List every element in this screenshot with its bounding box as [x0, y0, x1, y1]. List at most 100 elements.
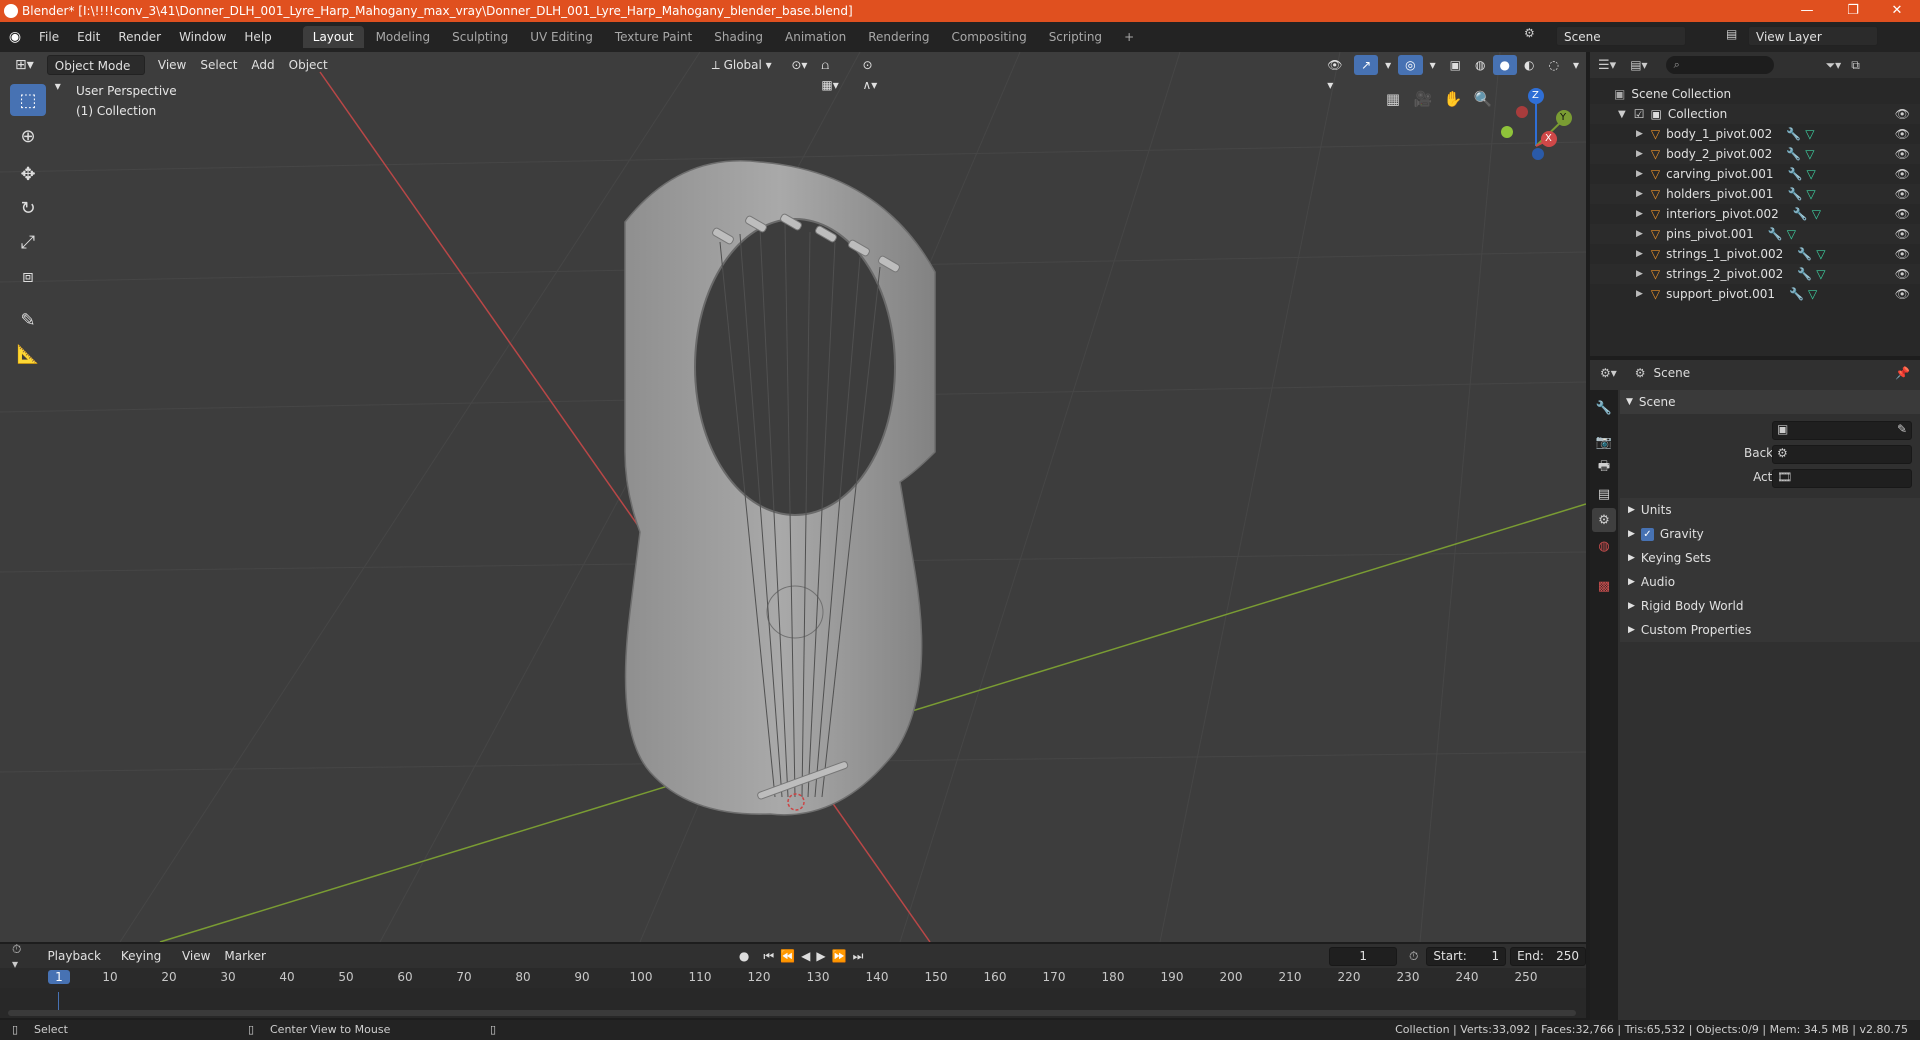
expand-icon[interactable]: ▶	[1636, 129, 1643, 139]
close-button[interactable]: ✕	[1874, 0, 1920, 22]
filter-icon[interactable]: ⏷▾	[1826, 58, 1842, 73]
gizmo-menu-icon[interactable]: ▾	[1378, 55, 1398, 75]
expand-icon[interactable]: ▶	[1636, 269, 1643, 279]
eye-icon[interactable]: 👁	[1895, 147, 1910, 161]
timeline-ruler[interactable]: 1 10 20 30 40 50 60 70 80 90 100 110 120 130 140 150 160…	[0, 968, 1586, 988]
outliner-editor-type-icon[interactable]: ☰▾	[1598, 58, 1616, 73]
collapse-icon[interactable]: ▼	[1618, 109, 1626, 120]
snap-icon[interactable]: ⩍ ▦▾	[814, 55, 855, 92]
gravity-section[interactable]: ▶ ✓ Gravity	[1620, 522, 1920, 546]
output-tab-icon[interactable]: 🖶	[1592, 456, 1616, 480]
modifier-icon[interactable]: 🔧	[1768, 227, 1783, 241]
scene-tab-icon[interactable]: ⚙	[1592, 508, 1616, 532]
modifier-icon[interactable]: 🔧	[1797, 247, 1812, 261]
material-shading-icon[interactable]: ◐	[1517, 55, 1541, 75]
eye-icon[interactable]: 👁	[1895, 127, 1910, 141]
editor-type-icon[interactable]: ⊞▾	[8, 55, 41, 75]
current-frame-marker[interactable]: 1	[48, 970, 70, 984]
record-icon[interactable]: ●	[739, 949, 749, 963]
eye-icon[interactable]: 👁	[1895, 167, 1910, 181]
tab-modeling[interactable]: Modeling	[366, 26, 441, 48]
timeline-editor-type-icon[interactable]: ⏱▾	[12, 942, 26, 971]
rigid-body-world-section[interactable]: ▶ Rigid Body World	[1620, 594, 1920, 618]
collection-checkbox-icon[interactable]: ☑	[1634, 107, 1645, 121]
mesh-data-icon[interactable]: ▽	[1805, 127, 1814, 141]
modifier-icon[interactable]: 🔧	[1789, 287, 1804, 301]
tab-shading[interactable]: Shading	[704, 26, 773, 48]
blender-menu-icon[interactable]: ◉	[0, 29, 30, 45]
tab-layout[interactable]: Layout	[302, 26, 364, 48]
modifier-icon[interactable]: 🔧	[1787, 187, 1802, 201]
tab-scripting[interactable]: Scripting	[1039, 26, 1112, 48]
overlays-menu-icon[interactable]: ▾	[1423, 55, 1443, 75]
outliner-object-row[interactable]: ▶ ▽ pins_pivot.001 🔧 ▽ 👁	[1590, 224, 1920, 244]
mesh-data-icon[interactable]: ▽	[1787, 227, 1796, 241]
outliner-object-row[interactable]: ▶ ▽ support_pivot.001 🔧 ▽ 👁	[1590, 284, 1920, 304]
viewport-menu-object[interactable]: Object	[282, 55, 335, 75]
new-collection-icon[interactable]: ⧉	[1851, 58, 1860, 73]
viewport-menu-select[interactable]: Select	[193, 55, 244, 75]
modifier-icon[interactable]: 🔧	[1786, 147, 1801, 161]
active-movie-clip-field[interactable]: 🎞	[1772, 469, 1912, 488]
outliner-row-collection[interactable]: ▼ ☑ ▣ Collection 👁	[1590, 104, 1920, 124]
viewport-menu-view[interactable]: View	[151, 55, 193, 75]
expand-icon[interactable]: ▶	[1636, 229, 1643, 239]
pin-icon[interactable]: 📌	[1895, 366, 1910, 380]
viewport-menu-add[interactable]: Add	[244, 55, 281, 75]
mesh-data-icon[interactable]: ▽	[1816, 247, 1825, 261]
mesh-data-icon[interactable]: ▽	[1816, 267, 1825, 281]
view-layer-selector[interactable]: View Layer	[1748, 26, 1878, 46]
scale-tool-icon[interactable]: ⤢	[10, 226, 46, 258]
menu-help[interactable]: Help	[235, 22, 280, 52]
minimize-button[interactable]: —	[1784, 0, 1830, 22]
display-mode-icon[interactable]: ▤▾	[1630, 58, 1647, 72]
select-box-tool-icon[interactable]: ⬚	[10, 84, 46, 116]
menu-file[interactable]: File	[30, 22, 68, 52]
menu-window[interactable]: Window	[170, 22, 235, 52]
timeline-menu-marker[interactable]: Marker	[217, 946, 272, 966]
maximize-button[interactable]: ❐	[1830, 0, 1876, 22]
expand-icon[interactable]: ▶	[1636, 189, 1643, 199]
expand-icon[interactable]: ▶	[1636, 149, 1643, 159]
jump-end-icon[interactable]: ⏭	[853, 949, 864, 964]
tab-animation[interactable]: Animation	[775, 26, 856, 48]
gizmo-toggle-icon[interactable]: ↗	[1354, 55, 1379, 75]
cursor-tool-icon[interactable]: ⊕	[10, 120, 46, 152]
expand-icon[interactable]: ▶	[1636, 209, 1643, 219]
3d-viewport[interactable]: Z Y X ⊞▾ Object Mode ▾ View Select Add O…	[0, 52, 1586, 942]
timeline-menu-view[interactable]: View	[175, 946, 217, 966]
mesh-data-icon[interactable]: ▽	[1806, 167, 1815, 181]
eye-icon[interactable]: 👁	[1895, 227, 1910, 241]
background-scene-field[interactable]: ⚙	[1772, 445, 1912, 464]
rotate-tool-icon[interactable]: ↻	[10, 192, 46, 224]
end-frame-field[interactable]: End: 250	[1510, 946, 1586, 966]
mesh-data-icon[interactable]: ▽	[1806, 187, 1815, 201]
zoom-view-icon[interactable]: 🔍	[1470, 86, 1496, 112]
eye-icon[interactable]: 👁	[1895, 267, 1910, 281]
modifier-icon[interactable]: 🔧	[1793, 207, 1808, 221]
shading-menu-icon[interactable]: ▾	[1566, 55, 1586, 75]
world-tab-icon[interactable]: ◍	[1592, 534, 1616, 558]
keying-sets-section[interactable]: ▶ Keying Sets	[1620, 546, 1920, 570]
transform-orientation-selector[interactable]: ⟂ Global ▾	[705, 55, 781, 75]
outliner-object-row[interactable]: ▶ ▽ carving_pivot.001 🔧 ▽ 👁	[1590, 164, 1920, 184]
eyedropper-icon[interactable]: ✎	[1897, 422, 1907, 436]
timeline-scrollbar[interactable]	[8, 1010, 1576, 1016]
menu-render[interactable]: Render	[109, 22, 170, 52]
move-tool-icon[interactable]: ✥	[10, 158, 46, 190]
overlays-toggle-icon[interactable]: ◎	[1398, 55, 1423, 75]
expand-icon[interactable]: ▶	[1636, 289, 1643, 299]
prev-keyframe-icon[interactable]: ⏪	[780, 949, 795, 963]
rendered-shading-icon[interactable]: ◌	[1541, 55, 1565, 75]
tab-compositing[interactable]: Compositing	[941, 26, 1036, 48]
toggle-grid-icon[interactable]: ▦	[1380, 86, 1406, 112]
scene-selector[interactable]: Scene	[1556, 26, 1686, 46]
current-frame-field[interactable]: 1	[1329, 946, 1398, 966]
scene-panel-header[interactable]: ▼ Scene	[1620, 390, 1920, 414]
pivot-point-icon[interactable]: ⊙▾	[784, 55, 814, 75]
expand-icon[interactable]: ▶	[1636, 249, 1643, 259]
camera-view-icon[interactable]: 🎥	[1410, 86, 1436, 112]
modifier-icon[interactable]: 🔧	[1797, 267, 1812, 281]
next-keyframe-icon[interactable]: ⏩	[832, 949, 847, 963]
gravity-checkbox[interactable]: ✓	[1640, 527, 1654, 541]
